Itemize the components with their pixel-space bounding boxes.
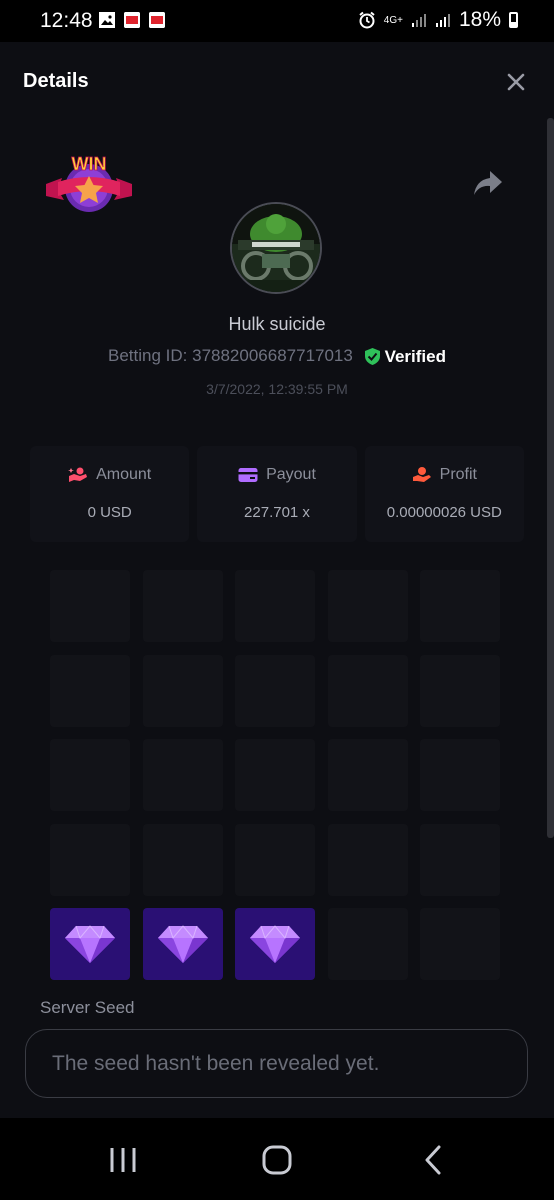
stat-profit: Profit 0.00000026 USD [364, 446, 524, 542]
grid-tile [420, 739, 500, 811]
home-button[interactable] [257, 1140, 297, 1180]
grid-tile [142, 654, 223, 727]
stat-amount-value: 0 USD [87, 504, 132, 521]
grid-tile [235, 570, 315, 642]
status-time: 12:48 [40, 9, 93, 32]
grid-tile [50, 654, 130, 727]
grid-tile-gem [50, 908, 130, 980]
grid-tile [327, 654, 408, 727]
wallet-icon [238, 468, 258, 482]
network-type: 4G+ [383, 14, 403, 26]
status-right: 4G+ 18% [358, 8, 518, 32]
grid-tile [327, 739, 408, 811]
back-icon [425, 1145, 441, 1175]
diamond-icon [157, 925, 208, 963]
grid-tile [142, 570, 223, 642]
close-icon [507, 73, 525, 91]
grid-tile [235, 739, 315, 811]
app-notification-icon [124, 12, 140, 28]
profit-hand-icon [412, 467, 431, 482]
share-button[interactable] [472, 168, 504, 198]
amount-icon [68, 467, 88, 482]
grid-tile [420, 570, 500, 642]
stat-payout: Payout 227.701 x [197, 446, 357, 542]
diamond-icon [250, 925, 300, 963]
grid-tile-gem [142, 908, 223, 980]
stat-payout-label: Payout [266, 466, 316, 483]
win-badge: WIN [44, 150, 134, 216]
notification-icons [99, 12, 165, 28]
grid-tile [420, 908, 500, 980]
grid-tile [142, 823, 223, 896]
grid-tile [420, 654, 500, 727]
betting-id-label: Betting ID: [108, 346, 188, 365]
gallery-notification-icon [99, 12, 115, 28]
win-badge-text: WIN [72, 154, 107, 174]
stat-profit-label: Profit [439, 466, 477, 483]
signal-icon-2 [435, 14, 450, 27]
details-sheet: Details WIN Hulk suicide Betting ID: 378… [0, 42, 554, 1118]
stats-row: Amount 0 USD Payout 227.701 x Profit 0.0… [30, 446, 524, 542]
grid-tile-gem [235, 908, 315, 980]
grid-tile [327, 570, 408, 642]
grid-tile [327, 823, 408, 896]
mines-grid [50, 570, 504, 980]
grid-tile [50, 570, 130, 642]
stat-amount: Amount 0 USD [30, 446, 190, 542]
bet-date: 3/7/2022, 12:39:55 PM [206, 381, 348, 397]
back-button[interactable] [413, 1140, 453, 1180]
stat-payout-value: 227.701 x [244, 504, 310, 521]
stat-profit-value: 0.00000026 USD [386, 504, 502, 521]
betting-id-value: 37882006687717013 [192, 346, 353, 365]
avatar [230, 202, 322, 294]
diamond-icon [65, 925, 115, 963]
grid-tile [327, 908, 408, 980]
battery-icon [509, 12, 518, 28]
username: Hulk suicide [228, 314, 326, 334]
navigation-bar [0, 1118, 554, 1200]
server-seed-field[interactable]: The seed hasn't been revealed yet. [25, 1029, 528, 1098]
grid-tile [50, 739, 130, 811]
close-button[interactable] [504, 70, 528, 94]
shield-check-icon [364, 348, 380, 366]
verified-badge: Verified [364, 347, 446, 367]
status-bar: 12:48 4G+ 18% [0, 0, 554, 42]
alarm-icon [359, 11, 375, 29]
grid-tile [50, 823, 130, 896]
grid-tile [235, 823, 315, 896]
betting-id-row: Betting ID: 37882006687717013 Verified [0, 346, 554, 367]
app-notification-icon-2 [149, 12, 165, 28]
verified-label: Verified [384, 346, 446, 366]
page-title: Details [23, 70, 89, 92]
battery-percent: 18% [458, 8, 501, 31]
grid-tile [142, 739, 223, 811]
grid-tile [235, 654, 315, 727]
home-icon [262, 1145, 292, 1175]
signal-icon [411, 14, 426, 27]
grid-tile [420, 823, 500, 896]
share-icon [474, 171, 502, 195]
recent-apps-button[interactable] [103, 1140, 143, 1180]
stat-amount-label: Amount [96, 466, 152, 483]
server-seed-label: Server Seed [40, 998, 135, 1017]
scrollbar[interactable] [547, 118, 554, 838]
recent-apps-icon [110, 1148, 136, 1172]
